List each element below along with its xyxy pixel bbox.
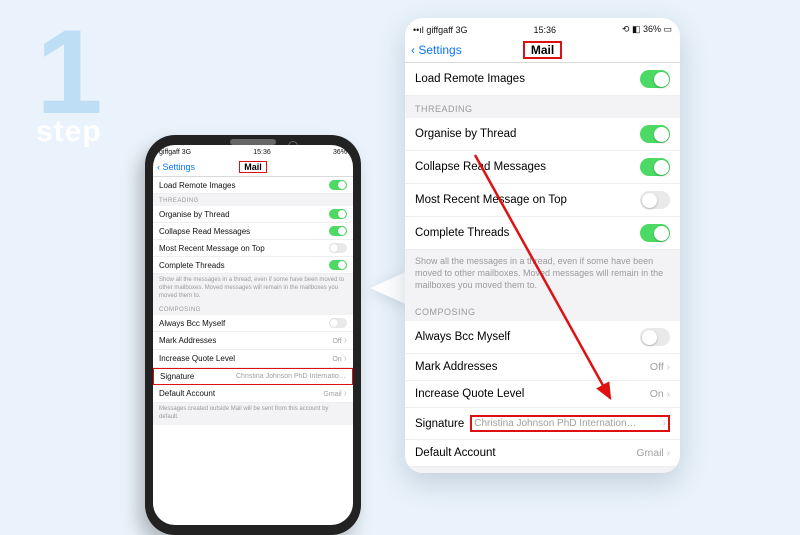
status-carrier: ••ıl giffgaff 3G (413, 25, 468, 35)
callout-tail (370, 270, 410, 306)
row-load-remote-images[interactable]: Load Remote Images (153, 177, 353, 194)
row-load-remote-images[interactable]: Load Remote Images (405, 63, 680, 96)
row-organise-thread[interactable]: Organise by Thread (405, 118, 680, 151)
row-mark-addresses[interactable]: Mark AddressesOff › (153, 332, 353, 350)
row-most-recent[interactable]: Most Recent Message on Top (405, 184, 680, 217)
step-number: 1 (36, 12, 103, 132)
row-most-recent[interactable]: Most Recent Message on Top (153, 240, 353, 257)
status-carrier: giffgaff 3G (159, 149, 191, 156)
section-threading: THREADING (405, 96, 680, 118)
toggle-off[interactable] (640, 328, 670, 346)
row-default-account[interactable]: Default AccountGmail › (153, 385, 353, 403)
row-always-bcc[interactable]: Always Bcc Myself (405, 321, 680, 354)
signature-value-highlight: Christina Johnson PhD Internation… › (470, 415, 670, 432)
section-composing: COMPOSING (153, 303, 353, 315)
toggle-on[interactable] (640, 224, 670, 242)
row-increase-quote[interactable]: Increase Quote LevelOn › (405, 381, 680, 408)
row-increase-quote[interactable]: Increase Quote LevelOn › (153, 350, 353, 368)
row-complete-threads[interactable]: Complete Threads (153, 257, 353, 274)
chevron-right-icon: › (667, 389, 670, 400)
footer-threads: Show all the messages in a thread, even … (153, 274, 353, 303)
chevron-right-icon: › (667, 448, 670, 459)
section-composing: COMPOSING (405, 299, 680, 321)
toggle-on[interactable] (329, 260, 347, 270)
row-organise-thread[interactable]: Organise by Thread (153, 206, 353, 223)
status-bar-large: ••ıl giffgaff 3G 15:36 ⟲ ◧ 36% ▭ (405, 18, 680, 38)
row-signature[interactable]: SignatureChristina Johnson PhD Internati… (153, 368, 353, 385)
row-mark-addresses[interactable]: Mark AddressesOff › (405, 354, 680, 381)
toggle-off[interactable] (329, 318, 347, 328)
toggle-on[interactable] (640, 70, 670, 88)
chevron-right-icon: › (663, 418, 666, 429)
step-label: step (36, 115, 102, 149)
device-iphone: giffgaff 3G 15:36 36% ‹ Settings Mail Lo… (145, 135, 361, 535)
zoom-panel: ••ıl giffgaff 3G 15:36 ⟲ ◧ 36% ▭ ‹ Setti… (405, 18, 680, 473)
status-time: 15:36 (253, 149, 271, 156)
row-signature[interactable]: Signature Christina Johnson PhD Internat… (405, 408, 680, 440)
back-button[interactable]: ‹ Settings (411, 43, 462, 57)
row-always-bcc[interactable]: Always Bcc Myself (153, 315, 353, 332)
nav-bar: ‹ Settings Mail (153, 158, 353, 177)
footer-default: Messages created outside Mail will be se… (153, 403, 353, 425)
pointer-arrow (0, 0, 800, 500)
status-bar: giffgaff 3G 15:36 36% (153, 145, 353, 158)
chevron-right-icon: › (344, 353, 347, 364)
row-collapse-read[interactable]: Collapse Read Messages (405, 151, 680, 184)
chevron-right-icon: › (344, 388, 347, 399)
chevron-right-icon: › (344, 335, 347, 346)
toggle-on[interactable] (640, 158, 670, 176)
toggle-on[interactable] (640, 125, 670, 143)
chevron-right-icon: › (667, 362, 670, 373)
toggle-off[interactable] (329, 243, 347, 253)
nav-title: Mail (239, 161, 267, 173)
footer-threads: Show all the messages in a thread, even … (405, 250, 680, 299)
back-button[interactable]: ‹ Settings (157, 162, 195, 172)
toggle-on[interactable] (329, 180, 347, 190)
nav-bar-large: ‹ Settings Mail (405, 38, 680, 63)
footer-default: Messages created outside Mail will be se… (405, 467, 680, 473)
row-default-account[interactable]: Default AccountGmail › (405, 440, 680, 467)
toggle-on[interactable] (329, 226, 347, 236)
nav-title: Mail (523, 41, 562, 59)
status-battery: ⟲ ◧ 36% ▭ (622, 24, 672, 35)
status-battery: 36% (333, 149, 347, 156)
status-time: 15:36 (533, 25, 556, 35)
row-collapse-read[interactable]: Collapse Read Messages (153, 223, 353, 240)
toggle-off[interactable] (640, 191, 670, 209)
row-complete-threads[interactable]: Complete Threads (405, 217, 680, 250)
section-threading: THREADING (153, 194, 353, 206)
toggle-on[interactable] (329, 209, 347, 219)
